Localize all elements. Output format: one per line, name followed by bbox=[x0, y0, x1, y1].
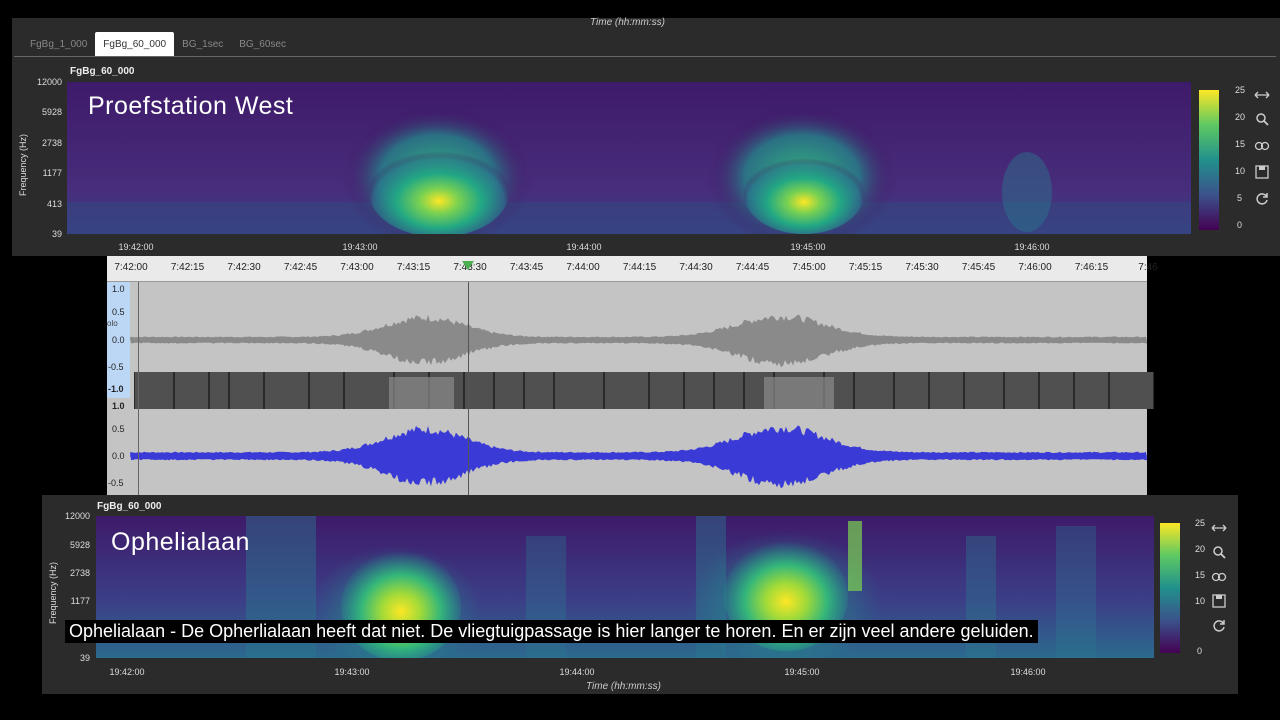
track1-amp-label: -1.0 bbox=[108, 384, 124, 394]
bottom-y-tick: 39 bbox=[79, 653, 90, 663]
ruler-tick-label: 7:46:00 bbox=[1018, 262, 1052, 273]
ruler-tick-label: 7:42:30 bbox=[227, 262, 261, 273]
ruler-tick-label: 7:45:00 bbox=[792, 262, 826, 273]
top-x-tick: 19:45:00 bbox=[790, 242, 826, 252]
ruler-tick-label: 7:44:45 bbox=[735, 262, 770, 273]
top-x-tick: 19:42:00 bbox=[118, 242, 154, 252]
selection-start-line bbox=[138, 282, 139, 496]
playhead-marker-icon[interactable] bbox=[462, 261, 474, 270]
ruler-tick-label: 7:42:00 bbox=[114, 262, 148, 273]
top-y-tick: 2738 bbox=[41, 138, 62, 148]
track1-amp-label: -0.5 bbox=[108, 362, 124, 372]
zoom-icon[interactable] bbox=[1210, 543, 1228, 561]
top-colorbar-tick: 20 bbox=[1235, 112, 1246, 122]
tab-divider bbox=[14, 56, 1276, 57]
bottom-y-tick: 5928 bbox=[69, 540, 90, 550]
reset-icon[interactable] bbox=[1253, 190, 1271, 208]
track2-amp-label: -0.5 bbox=[108, 478, 124, 488]
strip-highlight bbox=[764, 377, 834, 409]
bottom-colorbar-tick: 15 bbox=[1195, 570, 1206, 580]
track2-waveform[interactable] bbox=[130, 410, 1147, 496]
strip-highlight bbox=[389, 377, 454, 409]
tab-fgbg-1[interactable]: FgBg_1_000 bbox=[22, 32, 95, 56]
save-icon[interactable] bbox=[1253, 163, 1271, 181]
ruler-tick-label: 7:46:15 bbox=[1074, 262, 1109, 273]
bottom-colorbar-tick: 0 bbox=[1197, 646, 1203, 656]
link-axes-icon[interactable] bbox=[1253, 137, 1271, 155]
top-colorbar-tick: 10 bbox=[1235, 166, 1246, 176]
ruler-tick-label: 7:45:15 bbox=[848, 262, 883, 273]
tab-bar: FgBg_1_000 FgBg_60_000 BG_1sec BG_60sec bbox=[22, 32, 294, 56]
top-y-tick: 5928 bbox=[41, 107, 62, 117]
top-colorbar-tick: 0 bbox=[1237, 220, 1243, 230]
bottom-x-tick: 19:46:00 bbox=[1010, 667, 1046, 677]
pan-icon[interactable] bbox=[1210, 519, 1228, 537]
ruler-tick-label: 7:43:00 bbox=[340, 262, 374, 273]
bottom-x-tick: 19:43:00 bbox=[334, 667, 370, 677]
ruler-tick-label: 7:42:15 bbox=[170, 262, 205, 273]
bottom-x-tick: 19:42:00 bbox=[109, 667, 145, 677]
track2-amp-label: 0.0 bbox=[112, 451, 125, 461]
bottom-y-tick: 1177 bbox=[70, 596, 90, 606]
bottom-x-tick: 19:45:00 bbox=[784, 667, 820, 677]
top-colorbar bbox=[1199, 90, 1219, 230]
top-y-tick: 1177 bbox=[42, 168, 62, 178]
bottom-colorbar bbox=[1160, 523, 1180, 653]
waveform-envelope bbox=[130, 425, 1147, 489]
top-x-tick: 19:43:00 bbox=[342, 242, 378, 252]
zoom-icon[interactable] bbox=[1253, 110, 1271, 128]
tab-bg-1sec[interactable]: BG_1sec bbox=[174, 32, 231, 56]
waveform-envelope bbox=[130, 314, 1147, 367]
ruler-tick-label: 7:42:45 bbox=[283, 262, 318, 273]
reset-icon[interactable] bbox=[1210, 617, 1228, 635]
top-plot-title: FgBg_60_000 bbox=[70, 66, 135, 77]
top-location-label: Proefstation West bbox=[88, 92, 294, 120]
ruler-tick-label: 7:43:45 bbox=[509, 262, 544, 273]
track2-amp-label: 1.0 bbox=[112, 401, 125, 411]
ruler-tick-label: 7:45:45 bbox=[961, 262, 996, 273]
track1-amp-label: 1.0 bbox=[112, 284, 125, 294]
save-icon[interactable] bbox=[1210, 592, 1228, 610]
tab-fgbg-60[interactable]: FgBg_60_000 bbox=[95, 32, 175, 56]
top-y-tick: 12000 bbox=[36, 77, 62, 87]
top-colorbar-tick: 15 bbox=[1235, 139, 1246, 149]
bottom-colorbar-tick: 20 bbox=[1195, 544, 1206, 554]
top-colorbar-tick: 25 bbox=[1235, 85, 1246, 95]
solo-button[interactable]: olo bbox=[107, 319, 118, 328]
bottom-plot-title: FgBg_60_000 bbox=[97, 501, 162, 512]
pan-icon[interactable] bbox=[1253, 86, 1271, 104]
top-y-tick: 413 bbox=[46, 199, 62, 209]
bottom-colorbar-tick: 10 bbox=[1195, 596, 1206, 606]
ruler-tick-label: 7:44:00 bbox=[566, 262, 600, 273]
bottom-y-tick: 12000 bbox=[64, 511, 90, 521]
ruler-tick-label: 7:46 bbox=[1138, 262, 1158, 273]
track1-waveform[interactable] bbox=[130, 282, 1147, 372]
link-axes-icon[interactable] bbox=[1210, 568, 1228, 586]
top-x-tick: 19:46:00 bbox=[1014, 242, 1050, 252]
ruler-tick-label: 7:45:30 bbox=[905, 262, 939, 273]
track1-amp-label: 0.0 bbox=[112, 335, 125, 345]
tab-bg-60sec[interactable]: BG_60sec bbox=[231, 32, 294, 56]
ruler-tick-label: 7:44:30 bbox=[679, 262, 713, 273]
ruler-tick-label: 7:43:15 bbox=[396, 262, 431, 273]
track1-amp-label: 0.5 bbox=[112, 307, 125, 317]
video-subtitle: Ophelialaan - De Opherlialaan heeft dat … bbox=[65, 620, 1038, 643]
ruler-tick-label: 7:44:15 bbox=[622, 262, 657, 273]
top-time-axis-title: Time (hh:mm:ss) bbox=[590, 17, 665, 28]
bottom-y-tick: 2738 bbox=[69, 568, 90, 578]
top-y-tick: 39 bbox=[51, 229, 62, 239]
top-x-tick: 19:44:00 bbox=[566, 242, 602, 252]
top-colorbar-tick: 5 bbox=[1237, 193, 1243, 203]
spectral-strip[interactable] bbox=[133, 372, 1155, 409]
track2-amp-label: 0.5 bbox=[112, 424, 125, 434]
bottom-time-axis-title: Time (hh:mm:ss) bbox=[586, 681, 661, 692]
bottom-x-tick: 19:44:00 bbox=[559, 667, 595, 677]
playhead-line bbox=[468, 282, 469, 496]
bottom-location-label: Ophelialaan bbox=[111, 528, 250, 556]
bottom-colorbar-tick: 25 bbox=[1195, 518, 1206, 528]
